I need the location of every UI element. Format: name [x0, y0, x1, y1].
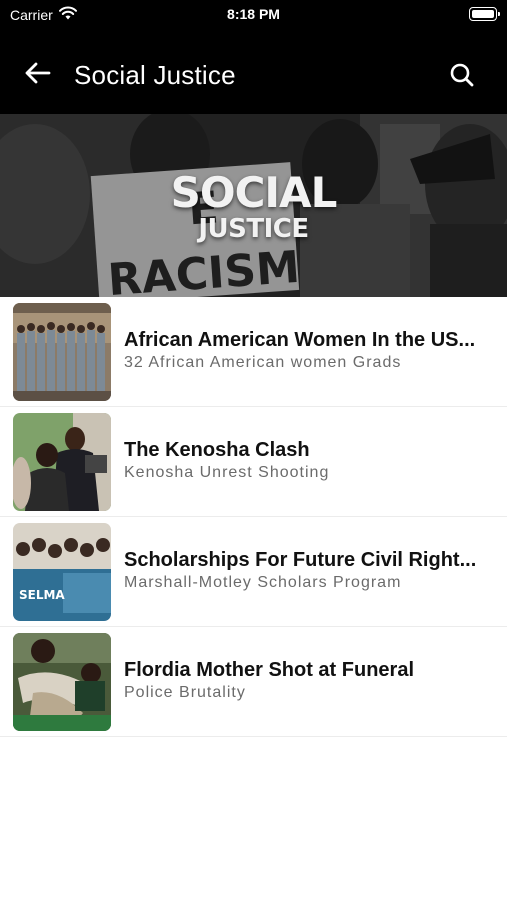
- search-icon: [449, 62, 475, 93]
- hero-title: SOCIAL JUSTICE: [0, 168, 507, 244]
- article-list: African American Women In the US... 32 A…: [0, 297, 507, 737]
- page-title: Social Justice: [74, 60, 236, 90]
- battery-icon: [469, 7, 500, 21]
- status-bar: Carrier 8:18 PM: [0, 0, 507, 30]
- arrow-left-icon: [23, 61, 51, 90]
- item-subtitle: Kenosha Unrest Shooting: [124, 464, 330, 481]
- item-title: The Kenosha Clash: [124, 439, 310, 461]
- item-subtitle: Marshall-Motley Scholars Program: [124, 574, 402, 591]
- item-title: Scholarships For Future Civil Right...: [124, 549, 477, 571]
- back-button[interactable]: [20, 58, 54, 92]
- hero-title-line2: JUSTICE: [198, 214, 309, 244]
- item-title: Flordia Mother Shot at Funeral: [124, 659, 415, 681]
- list-item[interactable]: The Kenosha Clash Kenosha Unrest Shootin…: [0, 407, 507, 517]
- hero-title-line1: SOCIAL: [170, 168, 338, 217]
- article-thumbnail: SELMA: [13, 523, 111, 621]
- thumb-sign-text: SELMA: [19, 588, 65, 602]
- item-subtitle: 32 African American women Grads: [124, 354, 402, 371]
- nav-bar: Social Justice: [0, 30, 507, 114]
- hero-banner: RACISM E SOCIAL JUSTICE: [0, 114, 507, 297]
- item-title: African American Women In the US...: [124, 329, 476, 351]
- item-subtitle: Police Brutality: [124, 684, 246, 701]
- search-button[interactable]: [447, 62, 477, 92]
- list-item[interactable]: SELMA Scholarships For Future Civil Righ…: [0, 517, 507, 627]
- status-time: 8:18 PM: [227, 6, 280, 22]
- article-thumbnail: [13, 413, 111, 511]
- article-thumbnail: [13, 303, 111, 401]
- article-thumbnail: [13, 633, 111, 731]
- list-item[interactable]: Flordia Mother Shot at Funeral Police Br…: [0, 627, 507, 737]
- list-item[interactable]: African American Women In the US... 32 A…: [0, 297, 507, 407]
